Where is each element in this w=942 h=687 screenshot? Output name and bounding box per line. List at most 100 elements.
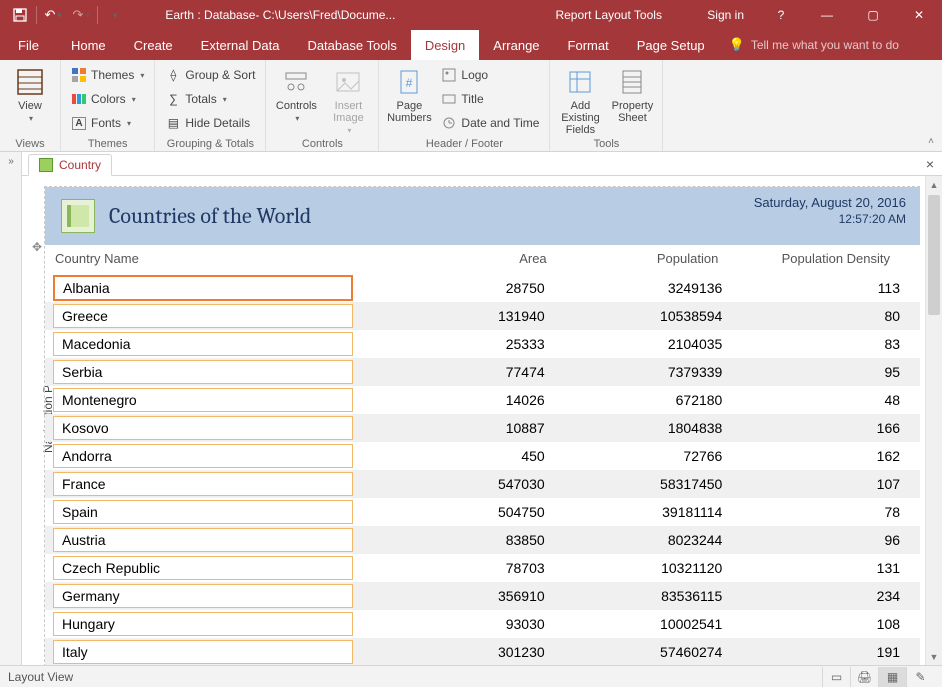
- title-button[interactable]: Title: [437, 88, 543, 110]
- cell-name[interactable]: Macedonia: [53, 332, 353, 356]
- report-date[interactable]: Saturday, August 20, 2016: [754, 195, 906, 210]
- col-area[interactable]: Area: [395, 251, 567, 266]
- cell-area[interactable]: 78703: [387, 560, 565, 576]
- cell-area[interactable]: 131940: [387, 308, 565, 324]
- cell-density[interactable]: 80: [742, 308, 920, 324]
- cell-population[interactable]: 83536115: [565, 588, 743, 604]
- add-existing-fields-button[interactable]: Add Existing Fields: [556, 64, 604, 136]
- cell-population[interactable]: 8023244: [565, 532, 743, 548]
- scroll-down-icon[interactable]: ▼: [926, 648, 942, 665]
- save-icon[interactable]: [6, 1, 34, 29]
- cell-name[interactable]: Kosovo: [53, 416, 353, 440]
- minimize-button[interactable]: —: [804, 0, 850, 30]
- col-country-name[interactable]: Country Name: [55, 251, 395, 266]
- cell-density[interactable]: 166: [742, 420, 920, 436]
- cell-name[interactable]: Serbia: [53, 360, 353, 384]
- vertical-scrollbar[interactable]: ▲ ▼: [925, 176, 942, 665]
- cell-population[interactable]: 39181114: [565, 504, 743, 520]
- cell-population[interactable]: 2104035: [565, 336, 743, 352]
- table-row[interactable]: Andorra45072766162: [45, 442, 920, 470]
- qat-customize-icon[interactable]: ▾: [100, 1, 128, 29]
- cell-density[interactable]: 234: [742, 588, 920, 604]
- cell-density[interactable]: 48: [742, 392, 920, 408]
- cell-density[interactable]: 108: [742, 616, 920, 632]
- cell-area[interactable]: 83850: [387, 532, 565, 548]
- cell-area[interactable]: 450: [387, 448, 565, 464]
- layout-view-button[interactable]: ▦: [878, 667, 906, 687]
- cell-name[interactable]: Italy: [53, 640, 353, 664]
- table-row[interactable]: Kosovo 108871804838166: [45, 414, 920, 442]
- cell-area[interactable]: 547030: [387, 476, 565, 492]
- cell-population[interactable]: 10321120: [565, 560, 743, 576]
- date-time-button[interactable]: Date and Time: [437, 112, 543, 134]
- close-object-icon[interactable]: ×: [926, 156, 934, 172]
- table-row[interactable]: Czech Republic7870310321120131: [45, 554, 920, 582]
- colors-button[interactable]: Colors▾: [67, 88, 148, 110]
- cell-name[interactable]: Montenegro: [53, 388, 353, 412]
- report-title[interactable]: Countries of the World: [109, 203, 311, 229]
- cell-area[interactable]: 301230: [387, 644, 565, 660]
- cell-area[interactable]: 10887: [387, 420, 565, 436]
- print-preview-button[interactable]: 🖨: [850, 667, 878, 687]
- tell-me-search[interactable]: 💡 Tell me what you want to do: [719, 30, 909, 60]
- cell-population[interactable]: 672180: [565, 392, 743, 408]
- cell-population[interactable]: 72766: [565, 448, 743, 464]
- cell-density[interactable]: 191: [742, 644, 920, 660]
- logo-button[interactable]: Logo: [437, 64, 543, 86]
- table-row[interactable]: Germany35691083536115234: [45, 582, 920, 610]
- object-tab-country[interactable]: Country: [28, 154, 112, 176]
- cell-density[interactable]: 96: [742, 532, 920, 548]
- cell-name[interactable]: Germany: [53, 584, 353, 608]
- cell-name[interactable]: Spain: [53, 500, 353, 524]
- cell-population[interactable]: 58317450: [565, 476, 743, 492]
- page-numbers-button[interactable]: # Page Numbers: [385, 64, 433, 124]
- cell-name[interactable]: Albania: [53, 275, 353, 301]
- tab-arrange[interactable]: Arrange: [479, 30, 553, 60]
- tab-create[interactable]: Create: [120, 30, 187, 60]
- view-button[interactable]: View ▾: [6, 64, 54, 123]
- scroll-thumb[interactable]: [928, 195, 940, 315]
- cell-name[interactable]: Hungary: [53, 612, 353, 636]
- cell-density[interactable]: 107: [742, 476, 920, 492]
- col-density[interactable]: Population Density: [738, 251, 910, 266]
- table-row[interactable]: France 54703058317450107: [45, 470, 920, 498]
- table-row[interactable]: Macedonia25333210403583: [45, 330, 920, 358]
- report-time[interactable]: 12:57:20 AM: [754, 212, 906, 226]
- tab-external-data[interactable]: External Data: [187, 30, 294, 60]
- cell-population[interactable]: 1804838: [565, 420, 743, 436]
- table-row[interactable]: Italy30123057460274191: [45, 638, 920, 665]
- design-view-button[interactable]: ✎: [906, 667, 934, 687]
- report-logo-icon[interactable]: [61, 199, 95, 233]
- layout-move-handle-icon[interactable]: ✥: [30, 240, 44, 254]
- navigation-pane-collapsed[interactable]: » Navigation Pane: [0, 152, 22, 665]
- cell-area[interactable]: 14026: [387, 392, 565, 408]
- cell-population[interactable]: 3249136: [565, 280, 743, 296]
- cell-population[interactable]: 10002541: [565, 616, 743, 632]
- cell-area[interactable]: 93030: [387, 616, 565, 632]
- table-row[interactable]: Greece 1319401053859480: [45, 302, 920, 330]
- cell-population[interactable]: 10538594: [565, 308, 743, 324]
- collapse-ribbon-icon[interactable]: ˄: [928, 136, 934, 147]
- cell-area[interactable]: 25333: [387, 336, 565, 352]
- report-header[interactable]: Countries of the World Saturday, August …: [45, 187, 920, 245]
- cell-density[interactable]: 78: [742, 504, 920, 520]
- sign-in-link[interactable]: Sign in: [693, 8, 758, 22]
- cell-density[interactable]: 95: [742, 364, 920, 380]
- close-button[interactable]: ✕: [896, 0, 942, 30]
- hide-details-button[interactable]: ▤Hide Details: [161, 112, 259, 134]
- nav-expand-icon[interactable]: »: [0, 152, 22, 170]
- tab-file[interactable]: File: [0, 30, 57, 60]
- cell-density[interactable]: 113: [742, 280, 920, 296]
- table-row[interactable]: Spain 5047503918111478: [45, 498, 920, 526]
- cell-area[interactable]: 504750: [387, 504, 565, 520]
- property-sheet-button[interactable]: Property Sheet: [608, 64, 656, 124]
- scroll-up-icon[interactable]: ▲: [926, 176, 942, 193]
- scroll-track[interactable]: [926, 193, 942, 648]
- cell-name[interactable]: France: [53, 472, 353, 496]
- group-sort-button[interactable]: ⟠Group & Sort: [161, 64, 259, 86]
- cell-name[interactable]: Greece: [53, 304, 353, 328]
- cell-name[interactable]: Czech Republic: [53, 556, 353, 580]
- table-row[interactable]: Albania287503249136113: [45, 274, 920, 302]
- tab-home[interactable]: Home: [57, 30, 120, 60]
- tab-page-setup[interactable]: Page Setup: [623, 30, 719, 60]
